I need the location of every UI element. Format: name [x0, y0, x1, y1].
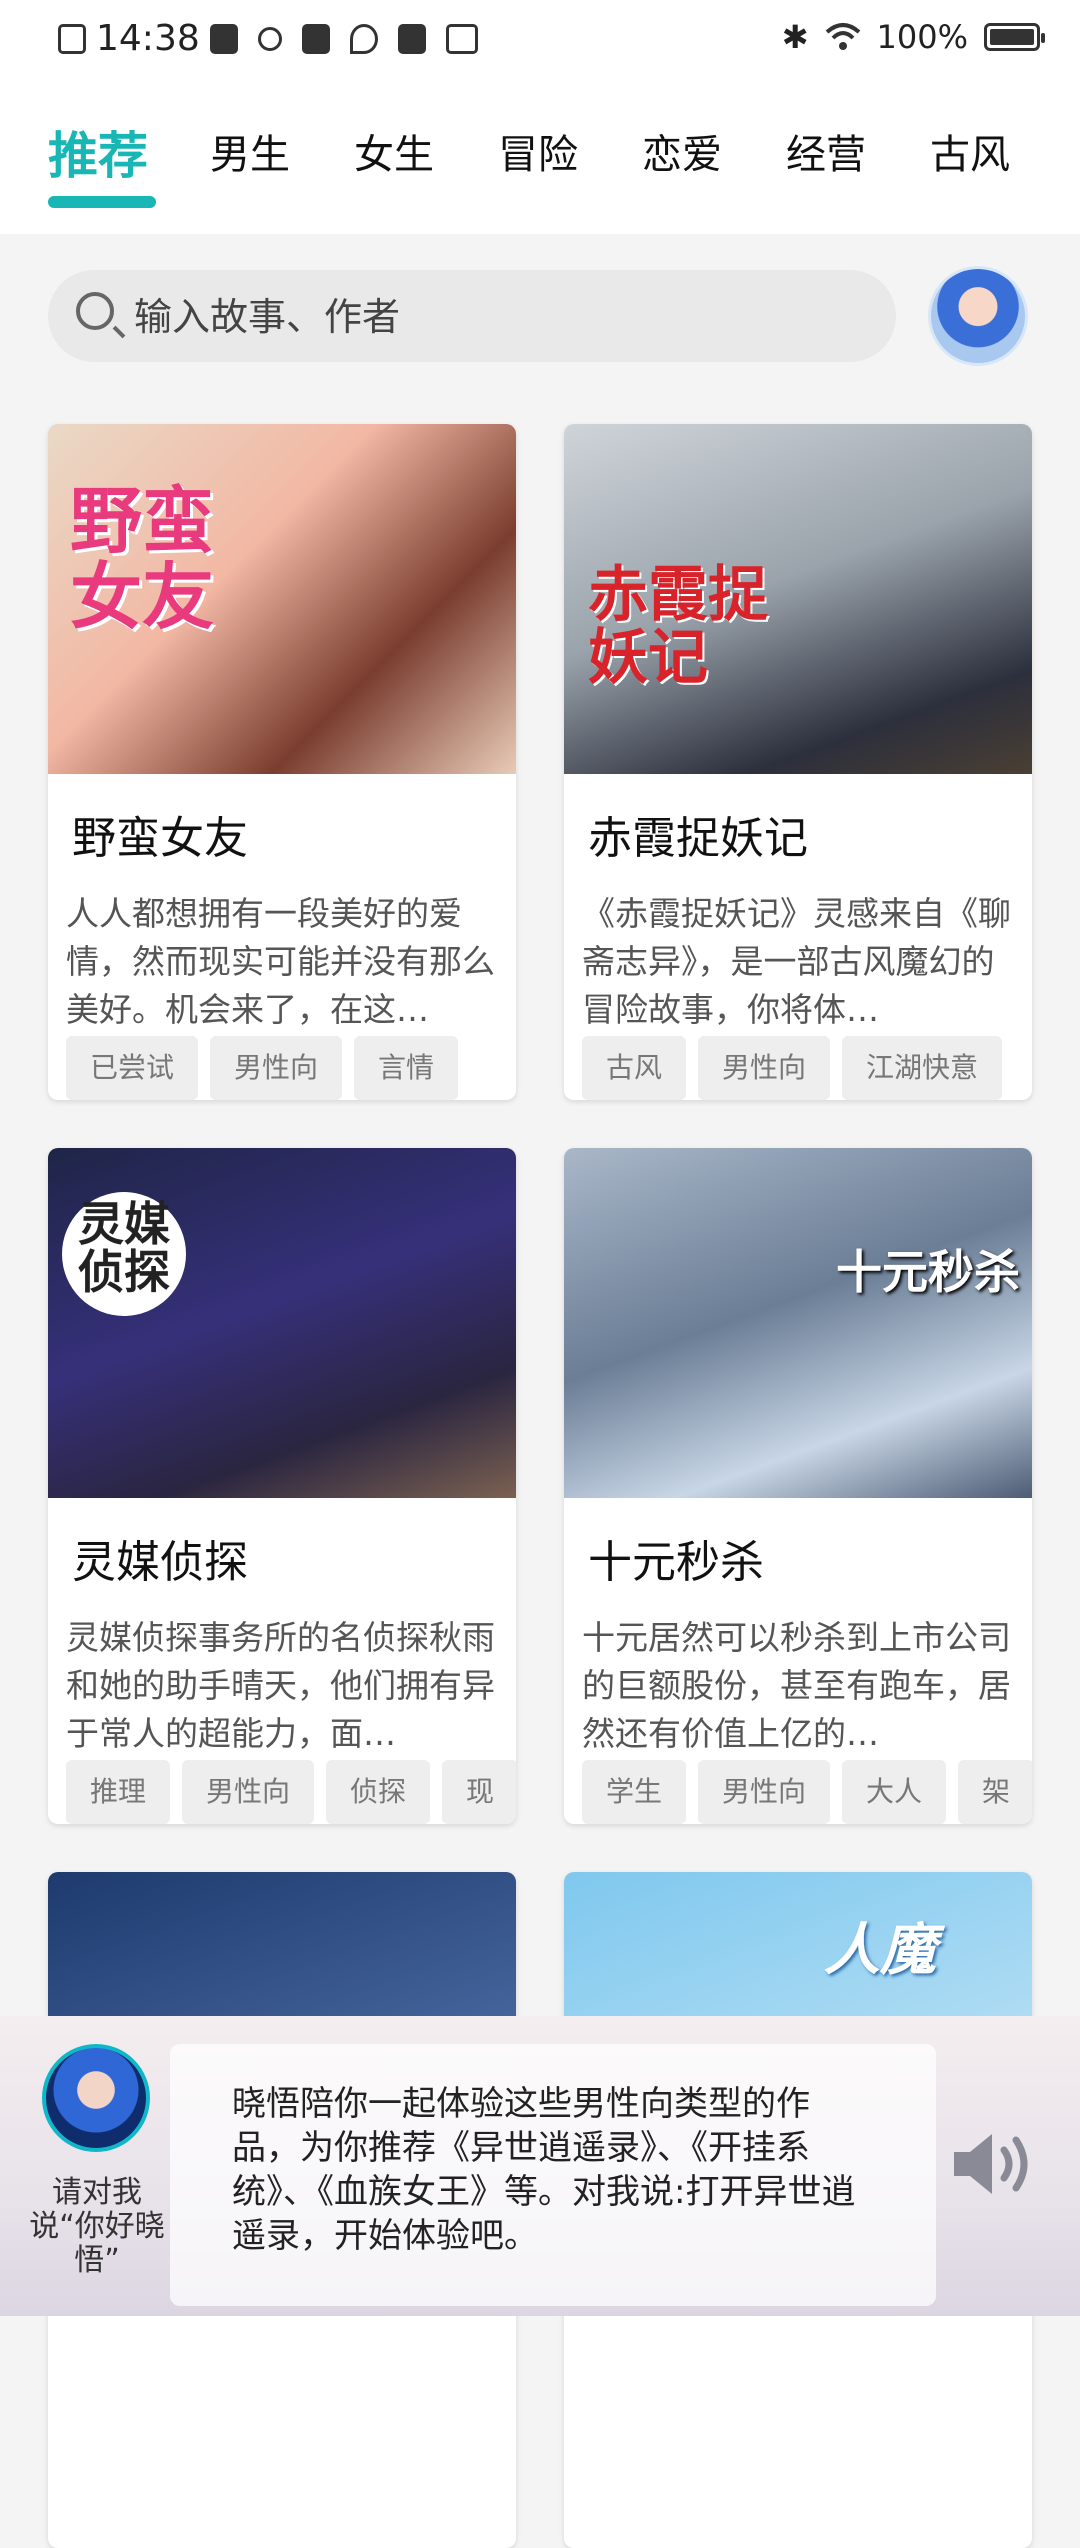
story-cover: 赤霞捉妖记 — [564, 424, 1032, 774]
cover-title: 灵媒侦探 — [62, 1192, 186, 1316]
story-cover: 灵媒侦探 — [48, 1148, 516, 1498]
category-tabs: 推荐 男生 女生 冒险 恋爱 经营 古风 — [0, 84, 1080, 234]
story-title: 野蛮女友 — [72, 813, 248, 864]
assistant-avatar-small[interactable] — [42, 2044, 150, 2152]
tag[interactable]: 已尝试 — [66, 1036, 199, 1100]
battery-percent: 100% — [876, 18, 968, 56]
status-left-icons — [58, 24, 86, 54]
status-right: ✱ 100% — [781, 18, 1045, 56]
tab-romance[interactable]: 恋爱 — [642, 122, 722, 180]
tag[interactable]: 现 — [442, 1760, 516, 1824]
tiktok-icon — [350, 24, 378, 54]
cover-title: 赤霞捉妖记 — [588, 560, 768, 693]
usb-icon — [258, 27, 282, 51]
status-bar: 14:38 ✱ 100% — [0, 0, 1080, 84]
story-tags: 已尝试 男性向 言情 — [66, 1036, 516, 1100]
story-tags: 推理 男性向 侦探 现 — [66, 1760, 516, 1824]
tab-ancient[interactable]: 古风 — [930, 122, 1010, 180]
cover-title: 野蛮女友 — [70, 479, 215, 639]
story-description: 《赤霞捉妖记》灵感来自《聊斋志异》，是一部古风魔幻的冒险故事，你将体… — [582, 894, 1011, 1029]
tag[interactable]: 侦探 — [326, 1760, 431, 1824]
search-icon — [76, 292, 114, 330]
book-icon — [446, 24, 478, 54]
cover-title: 人魔 — [824, 1918, 936, 1983]
tag[interactable]: 男性向 — [210, 1036, 343, 1100]
screenshot-icon — [58, 24, 86, 54]
story-title: 十元秒杀 — [588, 1537, 764, 1588]
app-icon — [210, 24, 238, 54]
story-description: 灵媒侦探事务所的名侦探秋雨和她的助手晴天，他们拥有异于常人的超能力，面… — [66, 1618, 495, 1753]
bluetooth-icon: ✱ — [781, 18, 809, 56]
tab-adventure[interactable]: 冒险 — [498, 122, 578, 180]
story-description: 十元居然可以秒杀到上市公司的巨额股份，甚至有跑车，居然还有价值上亿的… — [582, 1618, 1011, 1753]
battery-icon — [984, 23, 1045, 51]
story-card[interactable]: 十元秒杀 十元秒杀 十元居然可以秒杀到上市公司的巨额股份，甚至有跑车，居然还有价… — [564, 1148, 1032, 1824]
status-time: 14:38 — [96, 18, 200, 59]
active-tab-indicator — [48, 196, 156, 208]
tab-recommend[interactable]: 推荐 — [48, 116, 148, 188]
story-description: 人人都想拥有一段美好的爱情，然而现实可能并没有那么美好。机会来了，在这… — [66, 894, 495, 1029]
tag[interactable]: 架 — [958, 1760, 1032, 1824]
tag[interactable]: 古风 — [582, 1036, 687, 1100]
tag[interactable]: 男性向 — [182, 1760, 315, 1824]
tag[interactable]: 男性向 — [698, 1036, 831, 1100]
assistant-avatar[interactable] — [928, 266, 1028, 366]
tab-female[interactable]: 女生 — [354, 122, 434, 180]
tag[interactable]: 江湖快意 — [842, 1036, 1003, 1100]
tag[interactable]: 大人 — [842, 1760, 947, 1824]
tab-male[interactable]: 男生 — [210, 122, 290, 180]
tag[interactable]: 推理 — [66, 1760, 171, 1824]
clipboard-icon — [302, 24, 330, 54]
mail-icon — [398, 24, 426, 54]
story-card[interactable]: 赤霞捉妖记 赤霞捉妖记 《赤霞捉妖记》灵感来自《聊斋志异》，是一部古风魔幻的冒险… — [564, 424, 1032, 1100]
search-bar[interactable] — [48, 270, 896, 364]
story-card[interactable]: 野蛮女友 野蛮女友 人人都想拥有一段美好的爱情，然而现实可能并没有那么美好。机会… — [48, 424, 516, 1100]
story-cover: 野蛮女友 — [48, 424, 516, 774]
search-input[interactable] — [132, 270, 836, 364]
story-card[interactable]: 灵媒侦探 灵媒侦探 灵媒侦探事务所的名侦探秋雨和她的助手晴天，他们拥有异于常人的… — [48, 1148, 516, 1824]
story-tags: 学生 男性向 大人 架 — [582, 1760, 1032, 1824]
tag[interactable]: 男性向 — [698, 1760, 831, 1824]
wake-word-hint: 请对我说“你好晓悟” — [29, 2175, 165, 2278]
cover-title: 十元秒杀 — [836, 1245, 1020, 1299]
story-cover: 十元秒杀 — [564, 1148, 1032, 1498]
tab-business[interactable]: 经营 — [786, 122, 866, 180]
story-tags: 古风 男性向 江湖快意 — [582, 1036, 1032, 1100]
speaker-icon[interactable] — [948, 2128, 1038, 2200]
assistant-message: 晓悟陪你一起体验这些男性向类型的作品，为你推荐《异世逍遥录》、《开挂系统》、《血… — [232, 2084, 856, 2256]
wifi-icon — [825, 23, 860, 50]
status-notification-icons — [210, 24, 478, 54]
assistant-message-bubble: 晓悟陪你一起体验这些男性向类型的作品，为你推荐《异世逍遥录》、《开挂系统》、《血… — [170, 2044, 936, 2306]
story-title: 灵媒侦探 — [72, 1537, 248, 1588]
story-title: 赤霞捉妖记 — [588, 813, 808, 864]
assistant-banner: 请对我说“你好晓悟” 晓悟陪你一起体验这些男性向类型的作品，为你推荐《异世逍遥录… — [0, 2016, 1080, 2316]
tag[interactable]: 言情 — [354, 1036, 459, 1100]
tag[interactable]: 学生 — [582, 1760, 687, 1824]
